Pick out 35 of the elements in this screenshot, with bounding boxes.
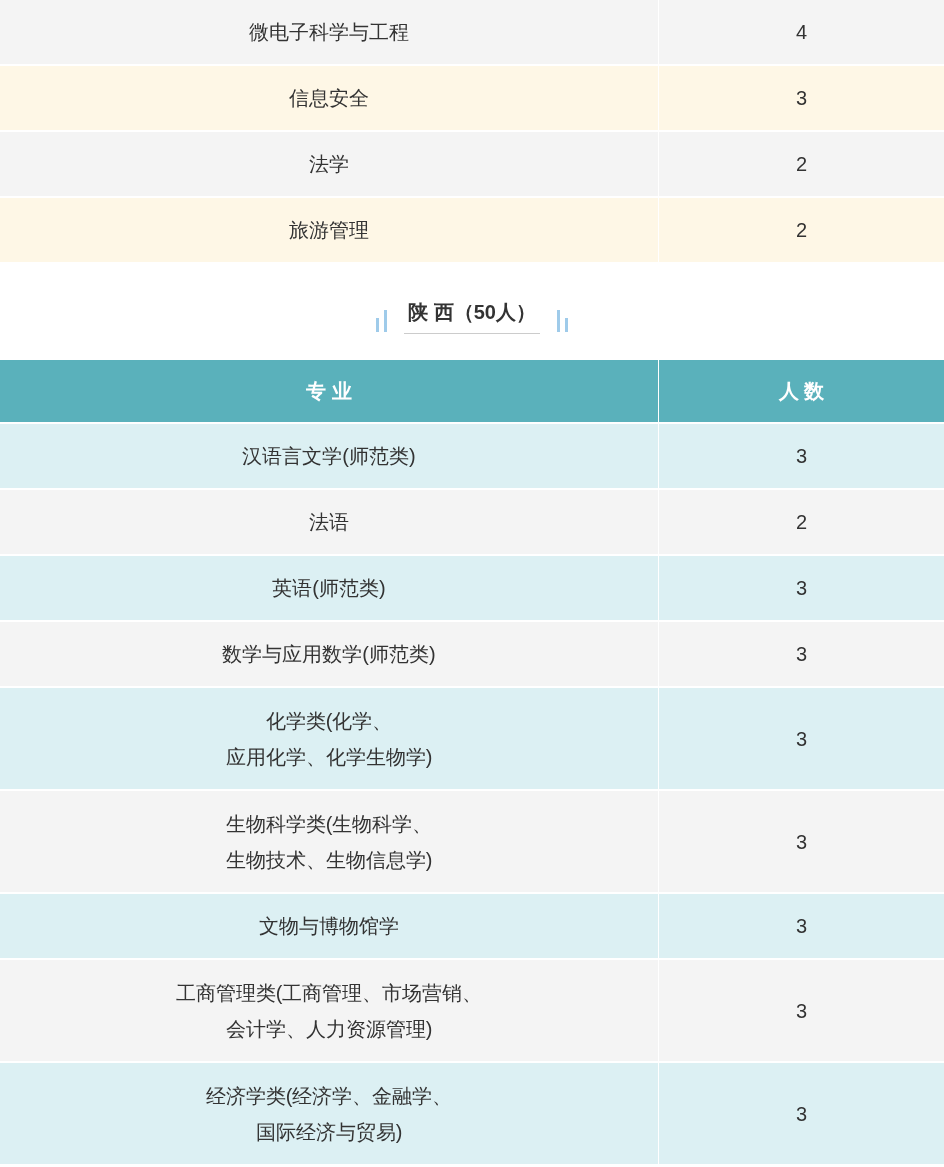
cell-text: 应用化学、化学生物学) <box>225 744 433 770</box>
cell-text: 3 <box>795 998 808 1024</box>
cell-text: 3 <box>795 642 808 667</box>
cell-text: 信息安全 <box>289 86 369 111</box>
cell-text: 2 <box>795 218 808 243</box>
bars-icon <box>554 310 568 332</box>
bars-icon <box>376 310 390 332</box>
cell-text: 3 <box>795 914 808 939</box>
cell-text: 化学类(化学、 <box>265 708 393 734</box>
cell-text: 英语(师范类) <box>272 576 386 601</box>
cell-text: 4 <box>795 20 808 45</box>
cell-text: 微电子科学与工程 <box>249 20 409 45</box>
cell-text: 法学 <box>309 152 349 177</box>
cell-text: 法语 <box>309 510 349 535</box>
section-title: 陕 西（50人） <box>404 296 540 334</box>
cell-text: 3 <box>795 576 808 601</box>
cell-text: 3 <box>795 726 808 752</box>
cell-text: 工商管理类(工商管理、市场营销、 <box>175 980 483 1006</box>
column-header: 人 数 <box>659 360 944 422</box>
cell-text: 2 <box>795 510 808 535</box>
cell-text: 数学与应用数学(师范类) <box>222 642 436 667</box>
cell-text: 3 <box>795 1101 808 1127</box>
cell-text: 汉语言文学(师范类) <box>242 444 416 469</box>
cell-text: 生物技术、生物信息学) <box>225 847 433 873</box>
column-header: 专 业 <box>0 360 659 422</box>
cell-text: 会计学、人力资源管理) <box>225 1016 433 1042</box>
cell-text: 3 <box>795 829 808 855</box>
cell-text: 经济学类(经济学、金融学、 <box>205 1083 453 1109</box>
cell-text: 3 <box>795 444 808 469</box>
cell-text: 2 <box>795 152 808 177</box>
cell-text: 文物与博物馆学 <box>259 914 399 939</box>
cell-text: 生物科学类(生物科学、 <box>225 811 433 837</box>
cell-text: 国际经济与贸易) <box>255 1119 403 1145</box>
cell-text: 旅游管理 <box>289 218 369 243</box>
cell-text: 3 <box>795 86 808 111</box>
